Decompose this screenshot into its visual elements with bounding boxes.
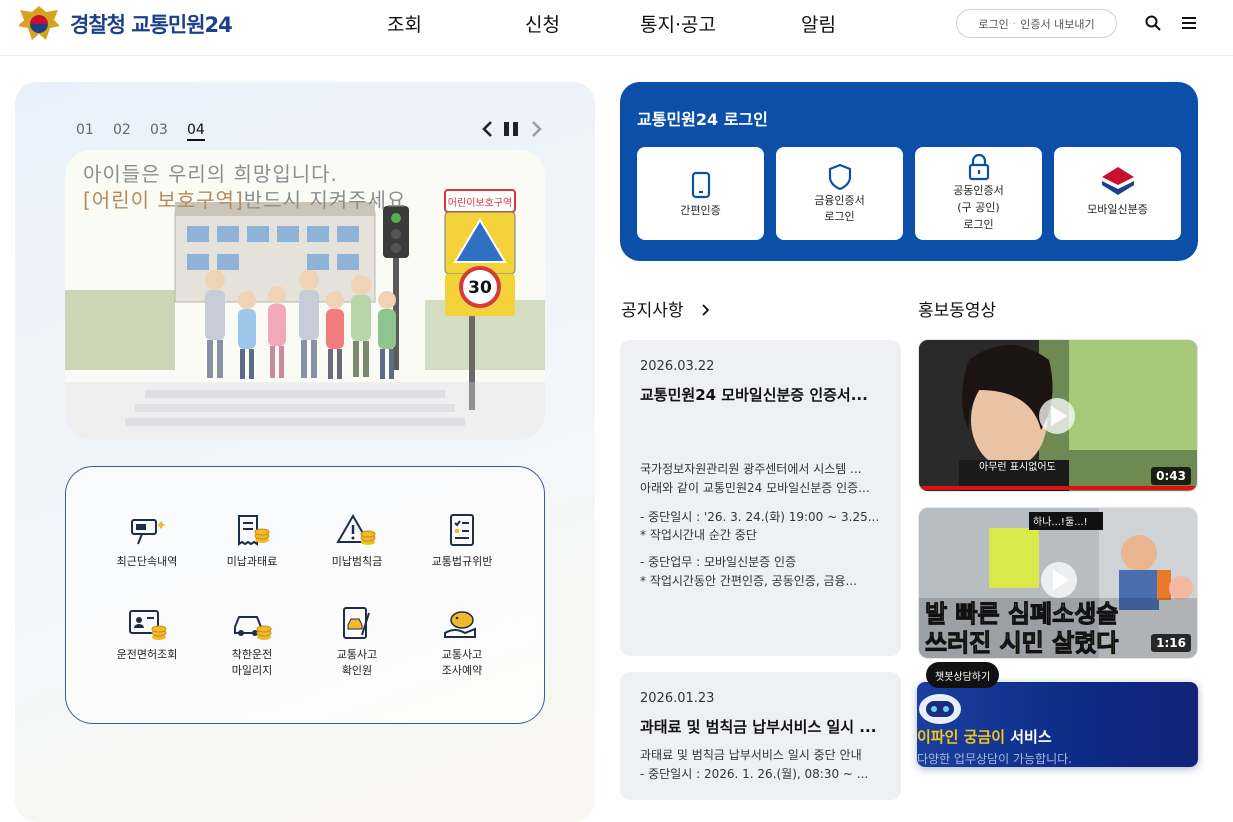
nav-item-inquiry[interactable]: 조회 [387, 10, 422, 37]
video-2-top-tag: 하나...!둘...! [1033, 515, 1088, 528]
mobile-id-button[interactable]: 모바일신분증 [1054, 147, 1181, 240]
mobile-id-label: 모바일신분증 [1087, 203, 1148, 216]
shield-icon [828, 163, 851, 191]
piggy-bank-icon [444, 611, 476, 638]
notice-title: 과태료 및 범칙금 납부서비스 일시 ... [640, 718, 877, 736]
notice-date: 2026.01.23 [640, 691, 715, 706]
video-2-caption-line1: 발 빠른 심폐소생술 [925, 600, 1118, 628]
video-1-caption: 아무런 표시없어도 [979, 460, 1056, 473]
license-card-icon [129, 610, 167, 640]
joint-cert-label: 공동인증서 (구 공인) 로그인 [953, 184, 1004, 231]
quick-item-label: 교통사고 확인원 [336, 648, 378, 677]
financial-cert-label: 금융인증서 로그인 [814, 194, 865, 223]
quick-menu-panel [65, 466, 545, 724]
quick-item-label: 최근단속내역 [116, 555, 178, 568]
joint-cert-button[interactable]: 공동인증서 (구 공인) 로그인 [915, 147, 1042, 240]
quick-item-accident-reservation[interactable]: 교통사고 조사예약 [407, 605, 517, 679]
notice-line: * 작업시간동안 간편인증, 공동인증, 금융... [640, 574, 857, 588]
notice-title: 교통민원24 모바일신분증 인증서... [640, 386, 868, 404]
banner-line1: 아이들은 우리의 희망입니다. [83, 162, 338, 186]
search-icon[interactable] [1144, 14, 1162, 32]
menu-icon[interactable] [1180, 14, 1198, 32]
quick-item-label: 운전면허조회 [116, 648, 178, 661]
mobile-id-logo-icon [1101, 167, 1134, 195]
quick-item-label: 미납과태료 [226, 555, 278, 568]
notice-title-text: 공지사항 [621, 301, 684, 321]
login-export-pill: 로그인 · 인증서 내보내기 [956, 9, 1117, 38]
notice-line: - 중단일시 : '26. 3. 24.(화) 19:00 ~ 3.25... [640, 510, 880, 524]
quick-item-label: 미납범칙금 [331, 555, 383, 568]
nav-item-notice[interactable]: 통지·공고 [640, 10, 716, 37]
smartphone-icon [691, 171, 710, 199]
checklist-doc-icon [450, 514, 474, 546]
quick-item-unpaid-fines[interactable]: 미납과태료 [197, 512, 307, 570]
chevron-right-icon [702, 304, 710, 316]
banner-highlight: [어린이 보호구역] [83, 188, 244, 212]
carousel-prev-icon[interactable] [480, 120, 496, 138]
quick-item-license-check[interactable]: 운전면허조회 [92, 605, 202, 663]
notice-card-2[interactable]: 2026.01.23 과태료 및 범칙금 납부서비스 일시 ... 과태료 및 … [620, 672, 901, 800]
slide-indicator-01[interactable]: 01 [76, 122, 113, 141]
carousel-banner[interactable]: 30 어린이보호구역 아이들은 우리의 희망입니다. [어린이 보호구역]반드시… [65, 150, 545, 440]
school-zone-sign-label: 어린이보호구역 [448, 197, 512, 209]
carousel-next-icon[interactable] [528, 120, 544, 138]
carousel-indicators: 01 02 03 04 [76, 122, 205, 141]
quick-item-unpaid-penalty[interactable]: 미납범칙금 [302, 512, 412, 570]
chatbot-title-highlight: 이파인 궁금이 [917, 728, 1006, 746]
quick-item-good-driving-mileage[interactable]: 착한운전 마일리지 [197, 605, 307, 679]
accident-doc-icon [343, 607, 370, 639]
notice-line: 국가정보자원관리원 광주센터에서 시스템 ... [640, 462, 862, 476]
header-login-link[interactable]: 로그인 [978, 16, 1008, 32]
nav-item-alerts[interactable]: 알림 [801, 10, 836, 37]
chatbot-title-rest: 서비스 [1005, 728, 1052, 746]
quick-item-label: 교통법규위반 [431, 555, 493, 568]
warning-coins-icon [336, 513, 376, 545]
car-coins-icon [234, 616, 272, 640]
quick-item-label: 착한운전 마일리지 [231, 648, 273, 677]
slide-indicator-02[interactable]: 02 [113, 122, 150, 141]
carousel-pause-icon[interactable] [503, 120, 519, 138]
chatbot-subtitle: 다양한 업무상담이 가능합니다. [917, 752, 1072, 766]
video-card-2[interactable]: 발 빠른 심폐소생술 쓰러진 시민 살렸다 하나...!둘...! 1:16 [918, 507, 1198, 659]
simple-auth-button[interactable]: 간편인증 [637, 147, 764, 240]
video-section-title: 홍보동영상 [918, 301, 997, 321]
slide-indicator-03[interactable]: 03 [150, 122, 187, 141]
speed-limit-value: 30 [468, 278, 492, 298]
slide-indicator-04[interactable]: 04 [187, 122, 205, 141]
video-2-caption-line2: 쓰러진 시민 살렸다 [925, 629, 1118, 657]
chatbot-robot-icon [919, 694, 961, 724]
chatbot-title: 이파인 궁금이 서비스 [917, 726, 1052, 747]
site-header: 경찰청 교통민원24 조회 신청 통지·공고 알림 로그인 · 인증서 내보내기 [0, 0, 1233, 56]
quick-item-recent-enforcement[interactable]: 최근단속내역 [92, 512, 202, 570]
banner-line2: [어린이 보호구역]반드시 지켜주세요 [83, 184, 406, 213]
login-card-title: 교통민원24 로그인 [637, 110, 768, 129]
nav-item-apply[interactable]: 신청 [525, 10, 560, 37]
notice-section-title[interactable]: 공지사항 [621, 296, 713, 321]
chatbot-tooltip[interactable]: 챗봇상담하기 [926, 662, 1000, 688]
notice-card-1[interactable]: 2026.03.22 교통민원24 모바일신분증 인증서... 국가정보자원관리… [620, 340, 901, 656]
video-duration: 1:16 [1151, 634, 1191, 652]
chatbot-banner[interactable]: 이파인 궁금이 서비스 다양한 업무상담이 가능합니다. [917, 682, 1198, 767]
receipt-coins-icon [238, 515, 270, 546]
lock-icon [968, 153, 989, 181]
quick-item-traffic-violation[interactable]: 교통법규위반 [407, 512, 517, 570]
financial-cert-button[interactable]: 금융인증서 로그인 [776, 147, 903, 240]
notice-line: - 중단업무 : 모바일신분증 인증 [640, 555, 797, 569]
login-card: 교통민원24 로그인 간편인증 금융인증서 로그인 공동인증서 (구 공인) 로… [620, 82, 1198, 261]
header-export-link[interactable]: 인증서 내보내기 [1020, 16, 1094, 32]
quick-item-accident-certificate[interactable]: 교통사고 확인원 [302, 605, 412, 679]
video-duration: 0:43 [1151, 467, 1191, 485]
notice-line: 과태료 및 범칙금 납부서비스 일시 중단 안내 [640, 748, 862, 762]
notice-line: * 작업시간내 순간 중단 [640, 528, 757, 542]
video-card-1[interactable]: 아무런 표시없어도 0:43 [918, 339, 1198, 492]
notice-line: - 중단일시 : 2026. 1. 26.(월), 08:30 ~ ... [640, 767, 869, 781]
simple-auth-label: 간편인증 [680, 204, 721, 217]
notice-line: 아래와 같이 교통민원24 모바일신분증 인증... [640, 481, 870, 495]
speed-camera-icon [131, 519, 166, 545]
notice-date: 2026.03.22 [640, 359, 715, 374]
pill-separator: · [1012, 17, 1017, 30]
banner-line2-rest: 반드시 지켜주세요 [243, 188, 407, 212]
quick-item-label: 교통사고 조사예약 [441, 648, 483, 677]
